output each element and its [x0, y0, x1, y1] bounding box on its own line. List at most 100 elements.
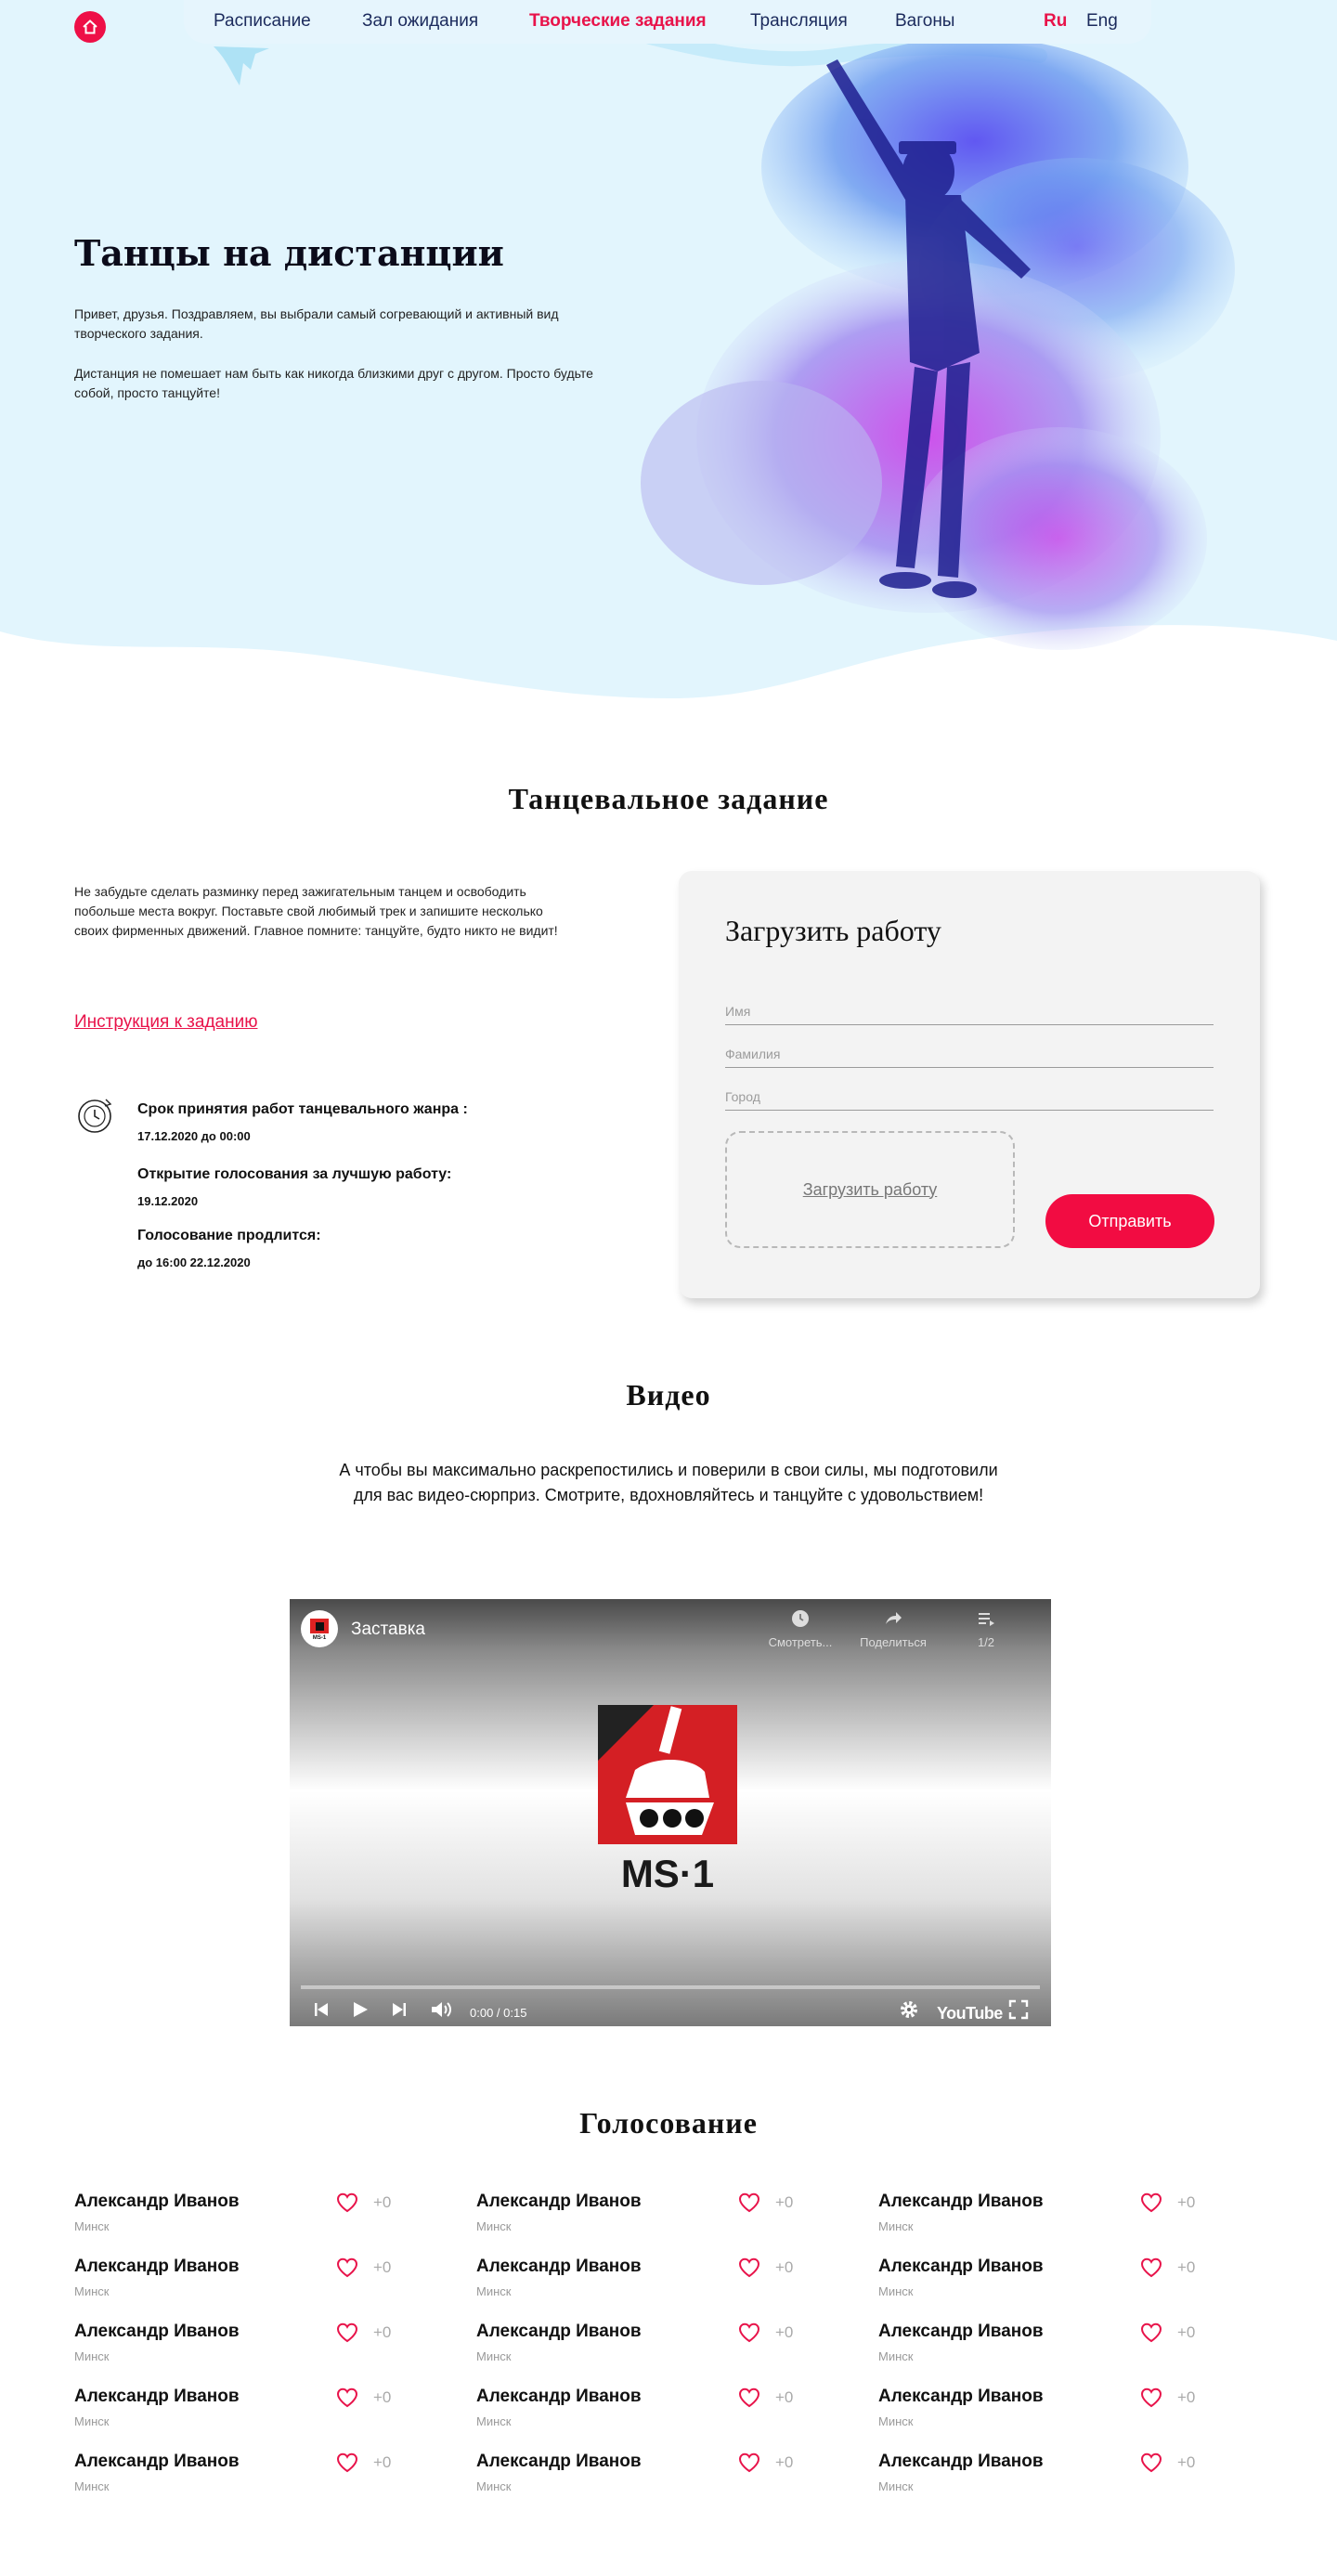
- like-heart-icon[interactable]: [336, 2257, 358, 2283]
- voter-name: Александр Иванов: [74, 2387, 240, 2406]
- city-field: [725, 1077, 1214, 1111]
- lang-ru[interactable]: Ru: [1044, 11, 1067, 32]
- like-count: +0: [775, 2388, 794, 2406]
- previous-icon[interactable]: [312, 1998, 331, 2021]
- task-section-title: Танцевальное задание: [508, 782, 829, 815]
- city-input[interactable]: [725, 1077, 1214, 1110]
- volume-icon[interactable]: [429, 1998, 453, 2021]
- video-progress-bar[interactable]: [301, 1985, 1040, 1989]
- voter-city: Минск: [878, 2349, 914, 2363]
- like-heart-icon[interactable]: [738, 2387, 760, 2413]
- like-heart-icon[interactable]: [738, 2322, 760, 2348]
- share-icon: [886, 1612, 902, 1624]
- instruction-link[interactable]: Инструкция к заданию: [74, 1012, 257, 1033]
- channel-avatar[interactable]: MS-1: [301, 1610, 338, 1647]
- like-heart-icon[interactable]: [336, 2387, 358, 2413]
- file-upload-label: Загрузить работу: [802, 1179, 938, 1199]
- home-icon: [83, 20, 97, 34]
- like-count: +0: [373, 2388, 392, 2406]
- voter-name: Александр Иванов: [476, 2192, 642, 2211]
- hero-background: [0, 0, 1337, 698]
- voter-city: Минск: [878, 2284, 914, 2298]
- like-count: +0: [373, 2193, 392, 2211]
- voter-city: Минск: [878, 2479, 914, 2493]
- hero-section: Расписание Зал ожидания Творческие задан…: [0, 0, 1337, 706]
- voter-city: Минск: [476, 2414, 512, 2428]
- clock-icon: [792, 1610, 809, 1627]
- playlist-icon: [979, 1613, 994, 1626]
- voter-name: Александр Иванов: [476, 2387, 642, 2406]
- video-logo-text: MS·1: [621, 1852, 714, 1893]
- video-section-title: Видео: [626, 1378, 711, 1412]
- like-heart-icon[interactable]: [1140, 2452, 1162, 2478]
- task-description: Не забудьте сделать разминку перед зажиг…: [74, 884, 558, 938]
- youtube-player[interactable]: MS-1 Заставка Смотреть... Поделиться 1/2: [290, 1599, 1051, 2026]
- upload-form-title: Загрузить работу: [725, 914, 941, 947]
- next-icon[interactable]: [390, 1998, 409, 2021]
- nav-item-wagons[interactable]: Вагоны: [895, 11, 954, 32]
- like-heart-icon[interactable]: [336, 2322, 358, 2348]
- like-heart-icon[interactable]: [336, 2452, 358, 2478]
- page-title: Танцы на дистанции: [74, 232, 504, 274]
- voter-city: Минск: [476, 2349, 512, 2363]
- like-heart-icon[interactable]: [1140, 2387, 1162, 2413]
- play-icon[interactable]: [351, 1998, 370, 2021]
- video-title[interactable]: Заставка: [351, 1620, 425, 1640]
- nav-item-schedule[interactable]: Расписание: [214, 11, 311, 32]
- voter-name: Александр Иванов: [74, 2192, 240, 2211]
- watch-later-label: Смотреть...: [768, 1635, 833, 1649]
- like-heart-icon[interactable]: [336, 2192, 358, 2218]
- lang-eng[interactable]: Eng: [1086, 11, 1118, 32]
- voter-name: Александр Иванов: [476, 2452, 642, 2471]
- main-nav: Расписание Зал ожидания Творческие задан…: [184, 0, 1151, 44]
- voter-name: Александр Иванов: [878, 2452, 1044, 2471]
- like-heart-icon[interactable]: [1140, 2322, 1162, 2348]
- like-heart-icon[interactable]: [1140, 2192, 1162, 2218]
- channel-logo-text: MS-1: [313, 1635, 327, 1641]
- voter-name: Александр Иванов: [476, 2257, 642, 2276]
- voter-city: Минск: [74, 2349, 110, 2363]
- like-count: +0: [373, 2453, 392, 2471]
- watch-later-control[interactable]: Смотреть...: [763, 1608, 837, 1649]
- last-name-input[interactable]: [725, 1034, 1214, 1067]
- like-heart-icon[interactable]: [738, 2192, 760, 2218]
- like-count: +0: [373, 2323, 392, 2341]
- like-heart-icon[interactable]: [738, 2452, 760, 2478]
- home-button[interactable]: [74, 11, 106, 43]
- first-name-field: [725, 992, 1214, 1025]
- deadline-voting-open-heading: Открытие голосования за лучшую работу:: [137, 1166, 452, 1182]
- voter-city: Минск: [476, 2284, 512, 2298]
- deadline-submission-heading: Срок принятия работ танцевального жанра …: [137, 1101, 468, 1117]
- nav-item-creative-tasks[interactable]: Творческие задания: [529, 11, 707, 32]
- playlist-counter: 1/2: [977, 1635, 995, 1649]
- voter-city: Минск: [74, 2479, 110, 2493]
- like-count: +0: [1177, 2453, 1196, 2471]
- like-heart-icon[interactable]: [1140, 2257, 1162, 2283]
- fullscreen-icon[interactable]: [1007, 1998, 1030, 2021]
- nav-item-broadcast[interactable]: Трансляция: [750, 11, 848, 32]
- last-name-field: [725, 1034, 1214, 1068]
- share-label: Поделиться: [860, 1635, 927, 1649]
- share-control[interactable]: Поделиться: [856, 1608, 930, 1649]
- voter-name: Александр Иванов: [476, 2322, 642, 2341]
- upload-form-card: Загрузить работу Загрузить работу Отправ…: [679, 871, 1260, 1298]
- like-heart-icon[interactable]: [738, 2257, 760, 2283]
- deadline-submission-date: 17.12.2020 до 00:00: [137, 1129, 251, 1143]
- first-name-input[interactable]: [725, 992, 1214, 1024]
- playlist-control[interactable]: 1/2: [949, 1608, 1023, 1649]
- file-upload-dropzone[interactable]: Загрузить работу: [725, 1131, 1015, 1248]
- settings-gear-icon[interactable]: [898, 1998, 920, 2021]
- submit-button[interactable]: Отправить: [1045, 1194, 1214, 1248]
- like-count: +0: [1177, 2388, 1196, 2406]
- video-time: 0:00 / 0:15: [470, 2006, 527, 2020]
- like-count: +0: [775, 2193, 794, 2211]
- voter-name: Александр Иванов: [74, 2452, 240, 2471]
- clock-icon: [78, 1099, 112, 1133]
- channel-logo-icon: MS-1: [310, 1619, 329, 1641]
- voter-city: Минск: [74, 2414, 110, 2428]
- like-count: +0: [373, 2258, 392, 2276]
- video-logo: MS·1: [598, 1705, 737, 1893]
- nav-item-waiting-room[interactable]: Зал ожидания: [362, 11, 478, 32]
- youtube-logo[interactable]: YouTube: [937, 2004, 1003, 2023]
- voting-section-title: Голосование: [579, 2106, 758, 2140]
